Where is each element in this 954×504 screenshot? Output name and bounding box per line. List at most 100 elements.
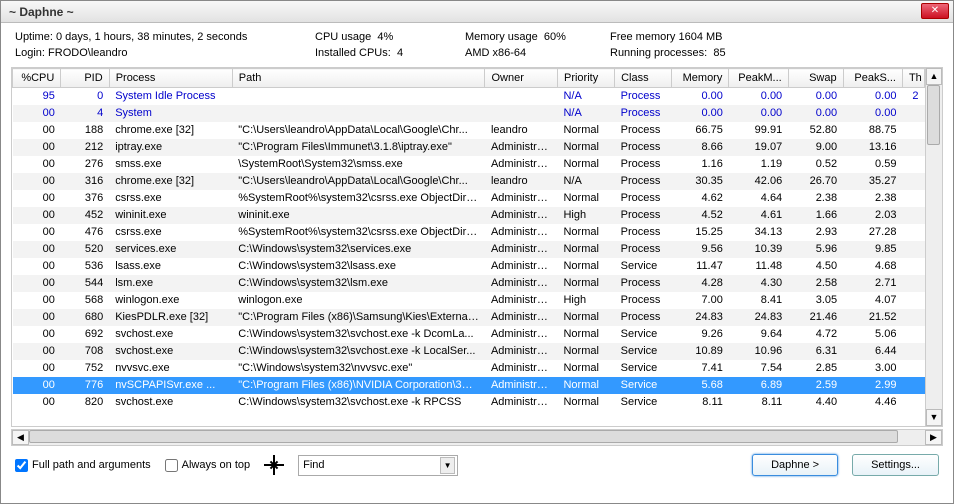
column-header[interactable]: Swap	[788, 69, 843, 88]
table-row[interactable]: 00276smss.exe\SystemRoot\System32\smss.e…	[13, 156, 925, 173]
cell-mem: 15.25	[672, 224, 729, 241]
always-on-top-checkbox[interactable]: Always on top	[165, 459, 250, 472]
cell-pid: 536	[61, 258, 109, 275]
column-header[interactable]: Class	[615, 69, 672, 88]
horizontal-scrollbar[interactable]: ◀ ▶	[11, 429, 943, 446]
scroll-thumb-horizontal[interactable]	[29, 430, 898, 443]
login-info: Login: FRODO\leandro	[15, 47, 315, 59]
cell-mem: 4.28	[672, 275, 729, 292]
table-row[interactable]: 00820svchost.exeC:\Windows\system32\svch…	[13, 394, 925, 411]
cell-owner: Administrat...	[485, 394, 558, 411]
cell-peaks: 2.03	[843, 207, 902, 224]
cell-owner: Administrat...	[485, 241, 558, 258]
table-row[interactable]: 00752nvvsvc.exe"C:\Windows\system32\nvvs…	[13, 360, 925, 377]
column-header[interactable]: Memory	[672, 69, 729, 88]
cell-mem: 24.83	[672, 309, 729, 326]
table-row[interactable]: 950System Idle ProcessN/AProcess0.000.00…	[13, 88, 925, 105]
column-header[interactable]: PeakM...	[729, 69, 788, 88]
cell-peaks: 4.46	[843, 394, 902, 411]
cell-peaks: 35.27	[843, 173, 902, 190]
column-header[interactable]: Process	[109, 69, 232, 88]
cell-proc: System Idle Process	[109, 88, 232, 105]
cell-prio: N/A	[557, 105, 614, 122]
cell-proc: chrome.exe [32]	[109, 122, 232, 139]
table-row[interactable]: 00692svchost.exeC:\Windows\system32\svch…	[13, 326, 925, 343]
table-row[interactable]: 00708svchost.exeC:\Windows\system32\svch…	[13, 343, 925, 360]
column-header[interactable]: PID	[61, 69, 109, 88]
cell-peaks: 3.00	[843, 360, 902, 377]
table-row[interactable]: 00376csrss.exe%SystemRoot%\system32\csrs…	[13, 190, 925, 207]
cell-swap: 0.52	[788, 156, 843, 173]
process-table[interactable]: %CPUPIDProcessPathOwnerPriorityClassMemo…	[12, 68, 925, 411]
cell-th	[902, 241, 924, 258]
table-row[interactable]: 00568winlogon.exewinlogon.exeAdministrat…	[13, 292, 925, 309]
cell-th	[902, 275, 924, 292]
cell-pid: 4	[61, 105, 109, 122]
table-row[interactable]: 00680KiesPDLR.exe [32]"C:\Program Files …	[13, 309, 925, 326]
cell-path: wininit.exe	[232, 207, 485, 224]
column-header[interactable]: PeakS...	[843, 69, 902, 88]
cell-th	[902, 190, 924, 207]
scroll-up-arrow[interactable]: ▲	[926, 68, 942, 85]
cell-class: Process	[615, 122, 672, 139]
cell-peak: 1.19	[729, 156, 788, 173]
cell-peak: 11.48	[729, 258, 788, 275]
table-row[interactable]: 00476csrss.exe%SystemRoot%\system32\csrs…	[13, 224, 925, 241]
cell-peaks: 2.99	[843, 377, 902, 394]
cell-cpu: 00	[13, 394, 61, 411]
cell-th	[902, 326, 924, 343]
settings-button[interactable]: Settings...	[852, 454, 939, 476]
cell-th	[902, 394, 924, 411]
column-header[interactable]: %CPU	[13, 69, 61, 88]
cell-peaks: 88.75	[843, 122, 902, 139]
column-header[interactable]: Path	[232, 69, 485, 88]
table-row[interactable]: 00520services.exeC:\Windows\system32\ser…	[13, 241, 925, 258]
cell-proc: nvSCPAPISvr.exe ...	[109, 377, 232, 394]
cell-pid: 376	[61, 190, 109, 207]
cell-swap: 5.96	[788, 241, 843, 258]
cell-path: %SystemRoot%\system32\csrss.exe ObjectDi…	[232, 224, 485, 241]
scroll-left-arrow[interactable]: ◀	[12, 430, 29, 445]
scroll-right-arrow[interactable]: ▶	[925, 430, 942, 445]
cell-swap: 4.72	[788, 326, 843, 343]
table-row[interactable]: 00212iptray.exe"C:\Program Files\Immunet…	[13, 139, 925, 156]
uptime-label: Uptime: 0 days, 1 hours, 38 minutes, 2 s…	[15, 31, 315, 43]
find-combo[interactable]: Find▼	[298, 455, 458, 476]
cell-cpu: 00	[13, 377, 61, 394]
cell-th	[902, 105, 924, 122]
cell-mem: 1.16	[672, 156, 729, 173]
column-header[interactable]: Th	[902, 69, 924, 88]
cell-cpu: 00	[13, 190, 61, 207]
table-row[interactable]: 00536lsass.exeC:\Windows\system32\lsass.…	[13, 258, 925, 275]
close-button[interactable]: ✕	[921, 3, 949, 19]
table-row[interactable]: 00316chrome.exe [32]"C:\Users\leandro\Ap…	[13, 173, 925, 190]
cell-pid: 820	[61, 394, 109, 411]
column-header[interactable]: Priority	[557, 69, 614, 88]
scroll-down-arrow[interactable]: ▼	[926, 409, 942, 426]
cell-prio: Normal	[557, 224, 614, 241]
cell-proc: lsm.exe	[109, 275, 232, 292]
fullpath-checkbox[interactable]: Full path and arguments	[15, 459, 151, 472]
table-row[interactable]: 00544lsm.exeC:\Windows\system32\lsm.exeA…	[13, 275, 925, 292]
cell-mem: 9.56	[672, 241, 729, 258]
vertical-scrollbar[interactable]: ▲ ▼	[925, 68, 942, 426]
daphne-button[interactable]: Daphne >	[752, 454, 838, 476]
column-header[interactable]: Owner	[485, 69, 558, 88]
cell-th	[902, 156, 924, 173]
cell-prio: Normal	[557, 139, 614, 156]
table-row[interactable]: 00452wininit.exewininit.exeAdministrat..…	[13, 207, 925, 224]
cell-cpu: 00	[13, 139, 61, 156]
scroll-thumb-vertical[interactable]	[927, 85, 940, 145]
titlebar[interactable]: ~ Daphne ~ ✕	[1, 1, 953, 23]
chevron-down-icon[interactable]: ▼	[440, 457, 455, 474]
table-row[interactable]: 00188chrome.exe [32]"C:\Users\leandro\Ap…	[13, 122, 925, 139]
cell-peak: 10.96	[729, 343, 788, 360]
cell-th	[902, 377, 924, 394]
cell-swap: 0.00	[788, 105, 843, 122]
cell-peaks: 2.71	[843, 275, 902, 292]
cell-prio: Normal	[557, 122, 614, 139]
crosshair-icon[interactable]	[264, 455, 284, 475]
table-row[interactable]: 00776nvSCPAPISvr.exe ..."C:\Program File…	[13, 377, 925, 394]
table-row[interactable]: 004SystemN/AProcess0.000.000.000.00	[13, 105, 925, 122]
cell-cpu: 00	[13, 343, 61, 360]
